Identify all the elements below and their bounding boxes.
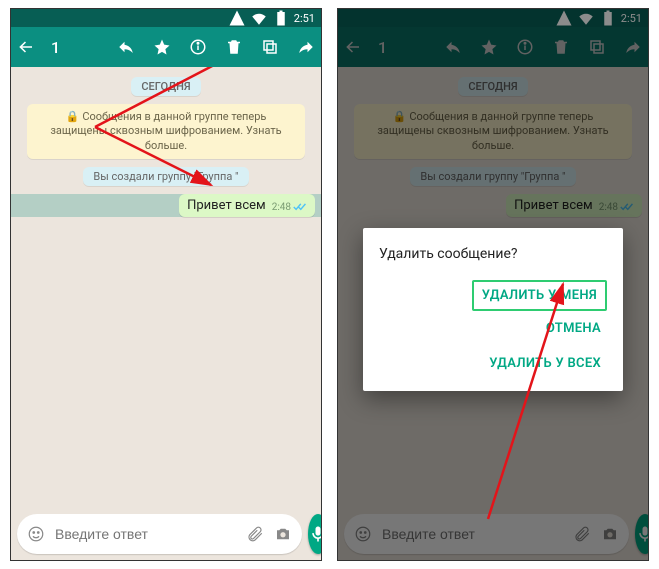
phone-left: 2:51 1 СЕГОДН — [10, 8, 322, 561]
mic-button[interactable] — [308, 514, 322, 554]
selection-count: 1 — [51, 38, 60, 57]
forward-icon[interactable] — [297, 38, 315, 56]
input-bar — [11, 508, 321, 560]
info-icon[interactable] — [189, 38, 207, 56]
encryption-notice[interactable]: 🔒Сообщения в данной группе теперь защище… — [27, 104, 305, 159]
message-bubble[interactable]: Привет всем 2:48 — [179, 194, 315, 217]
delete-for-me-button[interactable]: УДАЛИТЬ У МЕНЯ — [472, 280, 607, 311]
message-text: Привет всем — [187, 198, 266, 213]
wifi-icon — [250, 9, 268, 27]
status-time: 2:51 — [294, 12, 315, 25]
star-icon[interactable] — [153, 38, 171, 56]
reply-icon[interactable] — [117, 38, 135, 56]
system-message: Вы создали группу "Группа " — [83, 167, 248, 186]
battery-icon — [272, 9, 290, 27]
copy-icon[interactable] — [261, 38, 279, 56]
back-icon[interactable] — [17, 38, 35, 56]
selection-appbar: 1 — [11, 27, 321, 67]
cancel-button[interactable]: ОТМЕНА — [540, 311, 607, 346]
chat-area: СЕГОДНЯ 🔒Сообщения в данной группе тепер… — [11, 67, 321, 560]
encryption-text: Сообщения в данной группе теперь защищен… — [50, 110, 281, 152]
lock-icon: 🔒 — [66, 110, 80, 123]
emoji-icon[interactable] — [27, 525, 45, 543]
phone-right: 2:51 1 СЕГОДНЯ 🔒Сообщения в данной групп… — [337, 8, 649, 561]
input-pill[interactable] — [17, 514, 302, 554]
message-row-selected[interactable]: Привет всем 2:48 — [11, 194, 321, 217]
signal-icon — [228, 9, 246, 27]
date-chip: СЕГОДНЯ — [131, 77, 200, 96]
delete-for-all-button[interactable]: УДАЛИТЬ У ВСЕХ — [483, 346, 607, 381]
message-time: 2:48 — [272, 202, 291, 213]
status-bar: 2:51 — [11, 9, 321, 27]
dialog-title: Удалить сообщение? — [379, 246, 607, 262]
delete-icon[interactable] — [225, 38, 243, 56]
attach-icon[interactable] — [246, 525, 264, 543]
message-input[interactable] — [55, 526, 236, 542]
message-meta: 2:48 — [272, 202, 307, 213]
delete-dialog: Удалить сообщение? УДАЛИТЬ У МЕНЯ ОТМЕНА… — [363, 228, 623, 391]
read-ticks-icon — [293, 202, 307, 212]
mic-icon — [308, 524, 322, 544]
dialog-overlay[interactable]: Удалить сообщение? УДАЛИТЬ У МЕНЯ ОТМЕНА… — [338, 9, 648, 560]
camera-icon[interactable] — [274, 525, 292, 543]
